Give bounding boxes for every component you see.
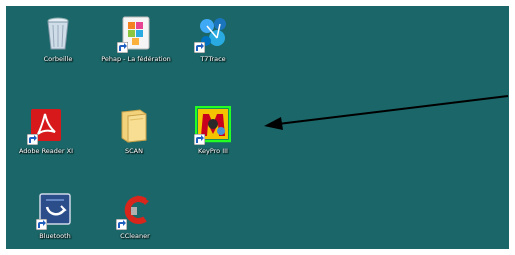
annotation-arrow bbox=[264, 95, 509, 130]
